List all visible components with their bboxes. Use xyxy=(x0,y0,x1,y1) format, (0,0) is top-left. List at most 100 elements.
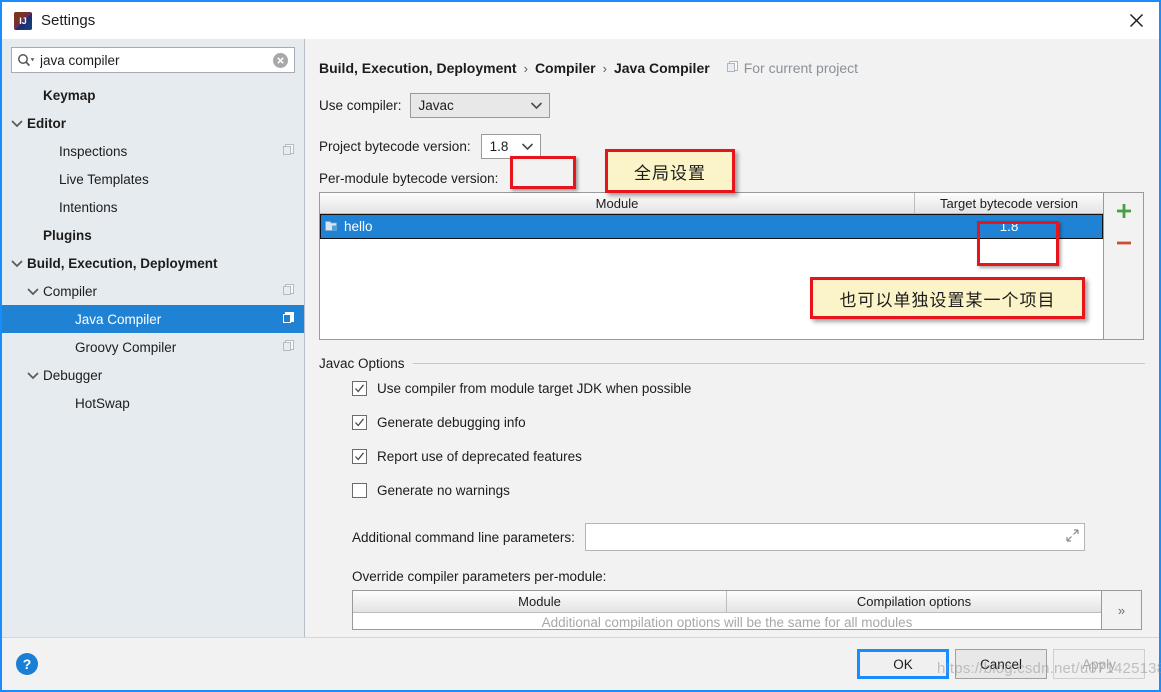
panel-scrollbar[interactable] xyxy=(1154,39,1159,637)
dialog-button-group: OK Cancel Apply xyxy=(857,649,1145,679)
close-icon[interactable] xyxy=(1113,2,1159,39)
chevron-down-icon xyxy=(530,101,543,110)
additional-params-field[interactable] xyxy=(585,523,1085,551)
column-header-compilation-options[interactable]: Compilation options xyxy=(727,591,1101,613)
apply-button[interactable]: Apply xyxy=(1053,649,1145,679)
module-folder-icon xyxy=(325,219,339,235)
dialog-footer: ? OK Cancel Apply xyxy=(2,637,1159,690)
sidebar-item-java-compiler[interactable]: Java Compiler xyxy=(2,305,304,333)
section-divider xyxy=(413,363,1145,364)
title-bar: Settings xyxy=(2,2,1159,39)
table-row[interactable]: hello1.8 xyxy=(320,214,1103,239)
per-module-label: Per-module bytecode version: xyxy=(319,171,1159,186)
sidebar-item-intentions[interactable]: Intentions xyxy=(2,193,304,221)
column-header-module[interactable]: Module xyxy=(320,193,915,214)
sidebar-item-label: Groovy Compiler xyxy=(75,340,176,355)
breadcrumb-item-0[interactable]: Build, Execution, Deployment xyxy=(319,60,517,76)
search-input[interactable] xyxy=(36,53,273,68)
checkbox-label: Report use of deprecated features xyxy=(377,449,582,464)
sidebar-item-plugins[interactable]: Plugins xyxy=(2,221,304,249)
search-box[interactable] xyxy=(11,47,295,73)
sidebar-item-compiler[interactable]: Compiler xyxy=(2,277,304,305)
project-bytecode-value: 1.8 xyxy=(490,139,513,154)
checkbox-row[interactable]: Generate debugging info xyxy=(352,405,1159,439)
sidebar-item-live-templates[interactable]: Live Templates xyxy=(2,165,304,193)
sidebar-item-groovy-compiler[interactable]: Groovy Compiler xyxy=(2,333,304,361)
sidebar-item-label: Java Compiler xyxy=(75,312,161,327)
breadcrumb: Build, Execution, Deployment › Compiler … xyxy=(319,53,1159,83)
chevron-down-icon[interactable] xyxy=(26,284,40,298)
checkbox-row[interactable]: Generate no warnings xyxy=(352,473,1159,507)
checkbox-label: Generate no warnings xyxy=(377,483,510,498)
plus-icon[interactable] xyxy=(1111,199,1137,223)
checkbox-checked-icon[interactable] xyxy=(352,449,367,464)
project-bytecode-label: Project bytecode version: xyxy=(319,139,471,154)
copy-settings-icon xyxy=(282,311,295,327)
project-bytecode-row: Project bytecode version: 1.8 xyxy=(319,131,1159,161)
for-current-project-label: For current project xyxy=(744,60,858,76)
project-bytecode-select[interactable]: 1.8 xyxy=(481,134,541,159)
override-params-label: Override compiler parameters per-module: xyxy=(352,569,1159,584)
column-header-target-bytecode-version[interactable]: Target bytecode version xyxy=(915,193,1103,214)
sidebar-item-editor[interactable]: Editor xyxy=(2,109,304,137)
help-icon[interactable]: ? xyxy=(16,653,38,675)
sidebar-item-label: Editor xyxy=(27,116,66,131)
module-target-version[interactable]: 1.8 xyxy=(1000,219,1019,234)
override-params-table-wrap: Module Compilation options Additional co… xyxy=(352,590,1142,630)
search-dropdown-icon[interactable] xyxy=(17,53,36,68)
javac-options-checkbox-list: Use compiler from module target JDK when… xyxy=(319,371,1159,507)
chevron-down-icon xyxy=(521,142,534,151)
search-area xyxy=(2,39,304,79)
ok-button[interactable]: OK xyxy=(857,649,949,679)
override-params-table[interactable]: Module Compilation options Additional co… xyxy=(352,590,1102,630)
cancel-button[interactable]: Cancel xyxy=(955,649,1047,679)
java-compiler-panel: Build, Execution, Deployment › Compiler … xyxy=(305,39,1159,637)
window-title: Settings xyxy=(41,12,95,29)
sidebar-item-label: HotSwap xyxy=(75,396,130,411)
chevron-down-icon[interactable] xyxy=(10,116,24,130)
chevron-double-right-icon[interactable]: » xyxy=(1118,603,1125,618)
settings-dialog: Settings xyxy=(0,0,1161,692)
checkbox-row[interactable]: Report use of deprecated features xyxy=(352,439,1159,473)
chevron-down-icon[interactable] xyxy=(26,368,40,382)
sidebar-item-debugger[interactable]: Debugger xyxy=(2,361,304,389)
copy-settings-icon xyxy=(282,339,295,355)
sidebar-item-label: Compiler xyxy=(43,284,97,299)
use-compiler-label: Use compiler: xyxy=(319,98,402,113)
settings-tree[interactable]: Keymap Editor InspectionsLive Templates Int… xyxy=(2,79,304,637)
checkbox-unchecked-icon[interactable] xyxy=(352,483,367,498)
copy-settings-icon xyxy=(282,143,295,159)
breadcrumb-separator: › xyxy=(524,61,528,76)
additional-params-input[interactable] xyxy=(592,529,1062,546)
expand-editor-icon[interactable] xyxy=(1066,529,1079,545)
checkbox-row[interactable]: Use compiler from module target JDK when… xyxy=(352,371,1159,405)
use-compiler-value: Javac xyxy=(419,98,522,113)
chevron-down-icon[interactable] xyxy=(10,256,24,270)
breadcrumb-item-1[interactable]: Compiler xyxy=(535,60,596,76)
breadcrumb-separator: › xyxy=(603,61,607,76)
checkbox-label: Generate debugging info xyxy=(377,415,526,430)
settings-sidebar: Keymap Editor InspectionsLive Templates Int… xyxy=(2,39,305,637)
for-current-project-badge: For current project xyxy=(726,60,858,76)
copy-settings-icon xyxy=(282,283,295,299)
checkbox-checked-icon[interactable] xyxy=(352,415,367,430)
javac-options-section-header: Javac Options xyxy=(319,356,1145,371)
checkbox-checked-icon[interactable] xyxy=(352,381,367,396)
sidebar-item-label: Intentions xyxy=(59,200,118,215)
override-table-hint: Additional compilation options will be t… xyxy=(353,615,1101,630)
sidebar-item-label: Debugger xyxy=(43,368,102,383)
annotation-per-module-setting: 也可以单独设置某一个项目 xyxy=(810,277,1085,319)
sidebar-item-keymap[interactable]: Keymap xyxy=(2,81,304,109)
clear-icon[interactable] xyxy=(273,53,288,68)
additional-params-row: Additional command line parameters: xyxy=(352,523,1159,551)
minus-icon[interactable] xyxy=(1111,231,1137,255)
sidebar-item-label: Build, Execution, Deployment xyxy=(27,256,218,271)
sidebar-item-build-execution-deployment[interactable]: Build, Execution, Deployment xyxy=(2,249,304,277)
override-table-toolbar[interactable]: » xyxy=(1102,590,1142,630)
table-header-row: Module Target bytecode version xyxy=(320,193,1103,214)
dialog-content: Keymap Editor InspectionsLive Templates Int… xyxy=(2,39,1159,637)
use-compiler-select[interactable]: Javac xyxy=(410,93,550,118)
column-header-module[interactable]: Module xyxy=(353,591,727,613)
sidebar-item-hotswap[interactable]: HotSwap xyxy=(2,389,304,417)
sidebar-item-inspections[interactable]: Inspections xyxy=(2,137,304,165)
